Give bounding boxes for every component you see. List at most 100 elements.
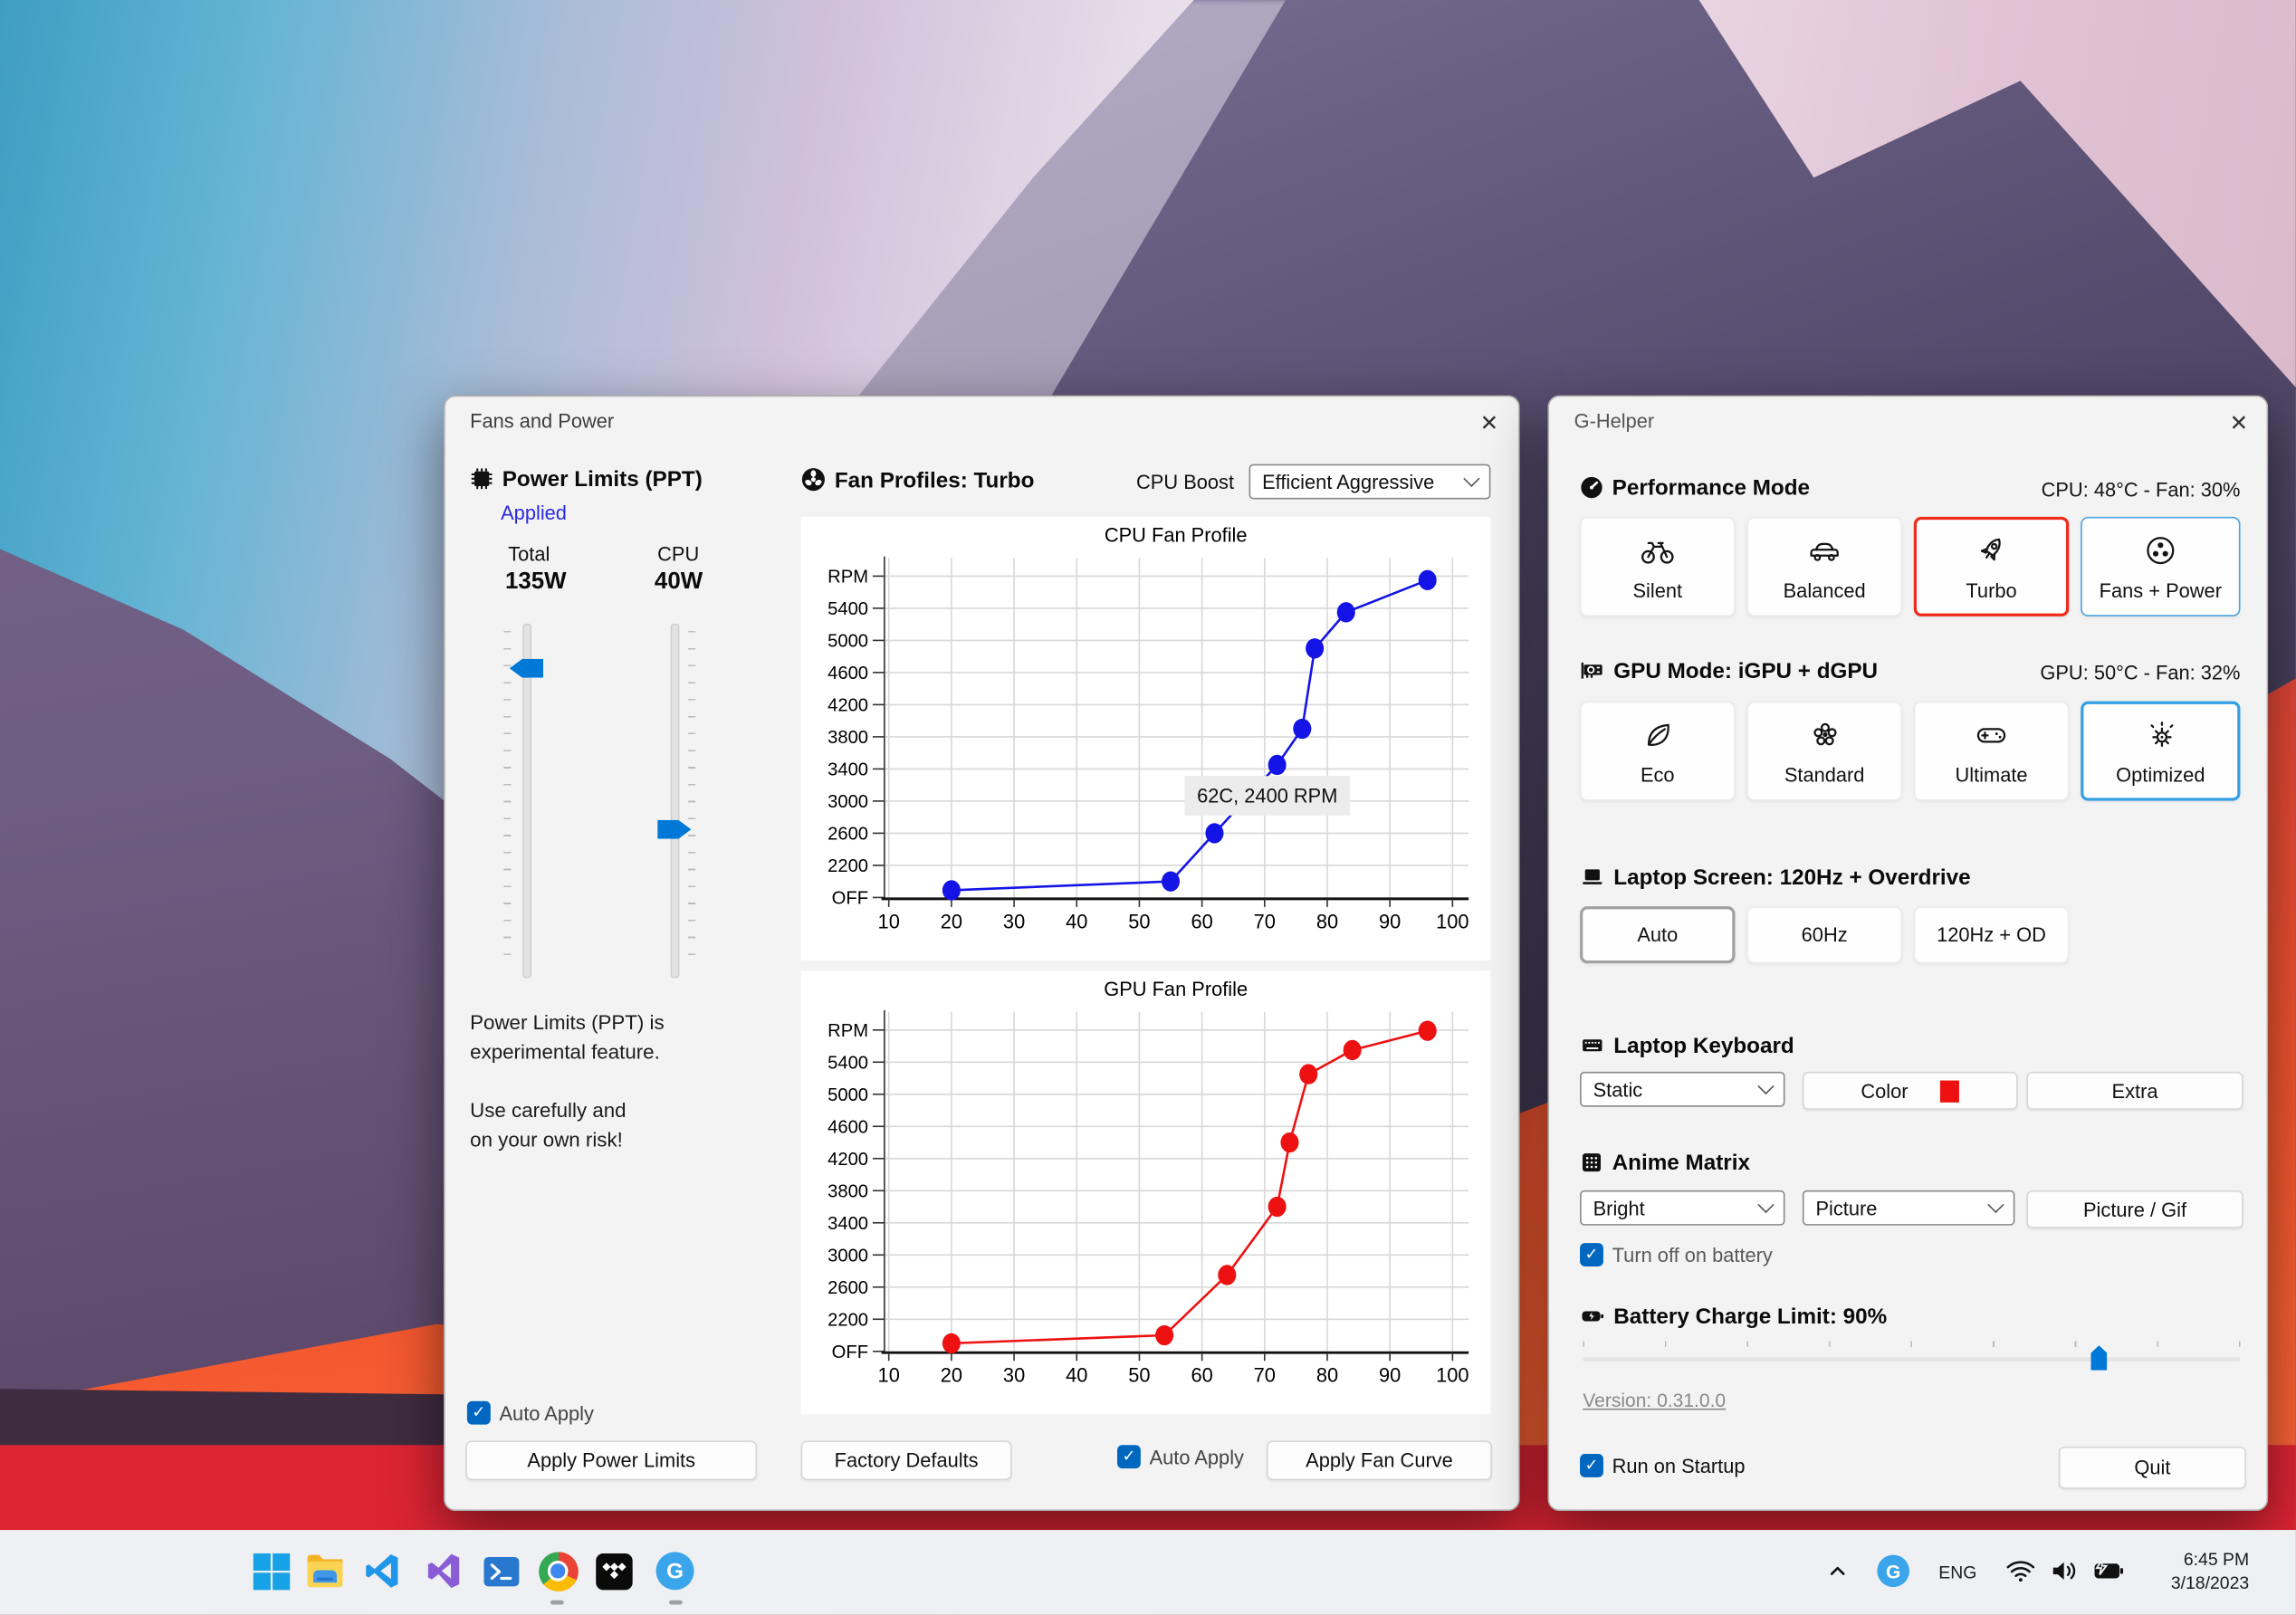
powershell-icon[interactable] [479, 1549, 523, 1593]
vscode-icon[interactable] [360, 1549, 405, 1593]
total-slider-handle[interactable] [509, 658, 544, 678]
keyboard-icon [1580, 1034, 1604, 1063]
visual-studio-icon[interactable] [422, 1549, 466, 1593]
apply-fan-curve-button[interactable]: Apply Fan Curve [1266, 1440, 1493, 1481]
auto-apply-power-checkbox[interactable]: ✓ Auto Apply [466, 1400, 594, 1425]
power-limits-header: Power Limits (PPT) [470, 467, 703, 496]
cpu-label: CPU [657, 543, 700, 566]
mode-fans-power-button[interactable]: Fans + Power [2081, 516, 2241, 616]
file-explorer-icon[interactable] [303, 1549, 348, 1593]
auto-apply-fan-checkbox[interactable]: ✓ Auto Apply [1116, 1445, 1244, 1469]
screen-120hz-od-button[interactable]: 120Hz + OD [1913, 906, 2070, 964]
svg-text:3000: 3000 [828, 1247, 868, 1266]
battery-charging-icon[interactable] [2087, 1549, 2131, 1593]
cpu-fan-chart-svg: OFF 2200 2600 3000 3400 3800 4200 4600 5000 5400 R… [828, 523, 1468, 932]
svg-text:5000: 5000 [828, 632, 868, 652]
gpu-fan-chart-svg: OFF 2200 2600 3000 3400 3800 4200 4600 5000 5400 R… [828, 978, 1468, 1387]
close-icon[interactable]: ✕ [2220, 408, 2258, 441]
chevron-down-icon [1463, 470, 1480, 488]
start-button[interactable] [249, 1549, 293, 1593]
checkbox-check-icon: ✓ [466, 1400, 491, 1425]
svg-text:3000: 3000 [828, 792, 868, 812]
g-helper-taskbar-icon[interactable]: G [653, 1549, 697, 1593]
tidal-icon[interactable] [591, 1549, 636, 1593]
screen-60hz-button[interactable]: 60Hz [1746, 906, 1902, 964]
run-on-startup-checkbox[interactable]: ✓ Run on Startup [1580, 1453, 1746, 1477]
svg-text:80: 80 [1316, 1364, 1338, 1387]
factory-defaults-button[interactable]: Factory Defaults [800, 1440, 1012, 1481]
g-helper-window: G-Helper ✕ Performance Mode CPU: 48°C - … [1547, 395, 2269, 1512]
tray-chevron-up-icon[interactable] [1815, 1549, 1860, 1593]
rocket-icon [1973, 532, 2011, 572]
svg-text:60: 60 [1191, 1364, 1212, 1387]
chevron-down-icon [1987, 1196, 2004, 1214]
svg-text:20: 20 [941, 910, 962, 932]
volume-icon[interactable] [2042, 1549, 2087, 1593]
checkbox-check-icon: ✓ [1580, 1243, 1603, 1266]
leaf-icon [1640, 717, 1676, 757]
svg-text:2600: 2600 [828, 1278, 868, 1298]
checkbox-check-icon: ✓ [1580, 1453, 1603, 1477]
cpu-slider[interactable] [670, 623, 680, 979]
svg-text:OFF: OFF [832, 889, 868, 909]
matrix-brightness-select[interactable]: Bright [1580, 1190, 1785, 1226]
taskbar: G G ENG 6:45 PM 3/18/2023 [0, 1530, 2296, 1615]
battery-slider[interactable] [1583, 1357, 2241, 1362]
performance-mode-header: Performance Mode [1580, 476, 1810, 505]
version-link[interactable]: Version: 0.31.0.0 [1583, 1390, 1726, 1411]
mode-balanced-button[interactable]: Balanced [1746, 516, 1902, 616]
matrix-picture-gif-button[interactable]: Picture / Gif [2026, 1190, 2243, 1228]
tray-clock[interactable]: 6:45 PM 3/18/2023 [2171, 1547, 2249, 1594]
fans-and-power-window: Fans and Power ✕ Power Limits (PPT) Appl… [444, 395, 1520, 1512]
svg-text:5000: 5000 [828, 1085, 868, 1105]
svg-text:40: 40 [1066, 1364, 1087, 1387]
gpu-ultimate-button[interactable]: Ultimate [1913, 701, 2070, 801]
svg-text:GPU Fan Profile: GPU Fan Profile [1104, 978, 1248, 1000]
total-value: 135W [504, 569, 567, 595]
g-helper-tray-icon[interactable]: G [1871, 1549, 1916, 1593]
cpu-fan-chart[interactable]: OFF 2200 2600 3000 3400 3800 4200 4600 5000 5400 R… [800, 516, 1491, 960]
gpu-optimized-button[interactable]: Optimized [2081, 701, 2241, 801]
mode-turbo-button[interactable]: Turbo [1913, 516, 2070, 616]
svg-text:CPU Fan Profile: CPU Fan Profile [1105, 523, 1248, 546]
keyboard-mode-select[interactable]: Static [1580, 1071, 1785, 1107]
quit-button[interactable]: Quit [2058, 1446, 2246, 1489]
chrome-icon[interactable] [536, 1549, 580, 1593]
close-icon[interactable]: ✕ [1470, 408, 1508, 441]
auto-optimize-icon [2142, 717, 2178, 757]
gamepad-icon [1973, 717, 2011, 757]
battery-icon [1580, 1304, 1604, 1333]
matrix-running-select[interactable]: Picture [1802, 1190, 2015, 1226]
keyboard-color-button[interactable]: Color [1802, 1071, 2018, 1110]
total-slider-ticks [503, 631, 512, 971]
svg-text:4200: 4200 [828, 696, 868, 716]
car-icon [1805, 532, 1843, 572]
cpu-slider-handle[interactable] [657, 819, 692, 839]
power-limits-status: Applied [501, 502, 567, 524]
laptop-icon [1580, 865, 1604, 894]
svg-text:5400: 5400 [828, 1054, 868, 1074]
tray-language[interactable]: ENG [1938, 1562, 1976, 1583]
matrix-battery-checkbox[interactable]: ✓ Turn off on battery [1580, 1243, 1773, 1266]
g-helper-running-indicator [669, 1600, 683, 1605]
fan-point-tooltip: 62C, 2400 RPM [1184, 776, 1351, 816]
svg-text:2600: 2600 [828, 825, 868, 845]
screen-auto-button[interactable]: Auto [1580, 906, 1736, 964]
mode-silent-button[interactable]: Silent [1580, 516, 1736, 616]
svg-text:60: 60 [1191, 910, 1212, 932]
keyboard-extra-button[interactable]: Extra [2026, 1071, 2243, 1110]
apply-power-limits-button[interactable]: Apply Power Limits [465, 1440, 758, 1481]
svg-text:4600: 4600 [828, 664, 868, 683]
battery-slider-ticks [1583, 1341, 2243, 1347]
wifi-icon[interactable] [1999, 1549, 2043, 1593]
gauge-icon [1580, 476, 1603, 505]
battery-slider-handle[interactable] [2090, 1345, 2108, 1371]
gpu-temp-fan-status: GPU: 50°C - Fan: 32% [2040, 662, 2241, 684]
svg-text:2200: 2200 [828, 1311, 868, 1331]
gpu-eco-button[interactable]: Eco [1580, 701, 1736, 801]
svg-text:5400: 5400 [828, 599, 868, 619]
gpu-fan-chart[interactable]: OFF 2200 2600 3000 3400 3800 4200 4600 5000 5400 R… [800, 970, 1491, 1415]
fan-profiles-header: Fan Profiles: Turbo [801, 467, 1034, 498]
cpu-boost-select[interactable]: Efficient Aggressive [1248, 463, 1491, 500]
gpu-standard-button[interactable]: Standard [1746, 701, 1902, 801]
